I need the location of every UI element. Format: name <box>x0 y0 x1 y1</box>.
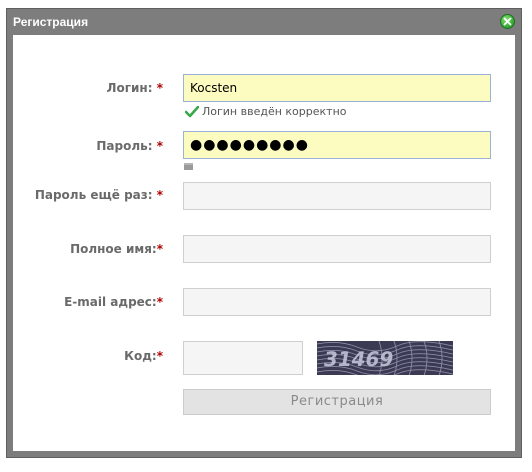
dialog-title: Регистрация <box>13 15 89 29</box>
captcha-text: 31469 <box>322 347 396 371</box>
required-mark: * <box>156 139 163 153</box>
dialog-content: Логин: * Логин введён корректно Пароль: … <box>13 35 515 451</box>
login-input[interactable] <box>183 74 491 102</box>
full-name-label: Полное имя:* <box>70 242 163 256</box>
full-name-input[interactable] <box>183 235 491 263</box>
password-strength-icon <box>184 163 193 170</box>
required-mark: * <box>156 242 163 256</box>
captcha-image: 31469 <box>317 341 453 375</box>
close-icon <box>503 17 512 26</box>
password-repeat-label: Пароль ещё раз: * <box>34 188 163 202</box>
captcha-label: Код:* <box>124 349 163 363</box>
required-mark: * <box>156 295 163 309</box>
email-label: E-mail адрес:* <box>64 295 163 309</box>
password-label: Пароль: * <box>96 139 163 153</box>
close-button[interactable] <box>500 14 515 29</box>
checkmark-icon <box>185 105 199 117</box>
required-mark: * <box>156 188 163 202</box>
captcha-input[interactable] <box>183 341 303 375</box>
password-repeat-input[interactable] <box>183 182 491 210</box>
password-input[interactable] <box>183 131 491 159</box>
login-hint-text: Логин введён корректно <box>202 105 347 118</box>
required-mark: * <box>156 349 163 363</box>
email-input[interactable] <box>183 288 491 316</box>
login-label: Логин: * <box>106 81 163 95</box>
register-button[interactable]: Регистрация <box>183 389 491 415</box>
login-validation-hint: Логин введён корректно <box>185 105 347 118</box>
required-mark: * <box>156 81 163 95</box>
registration-dialog: Регистрация Логин: * Логин введён коррек… <box>6 8 522 458</box>
